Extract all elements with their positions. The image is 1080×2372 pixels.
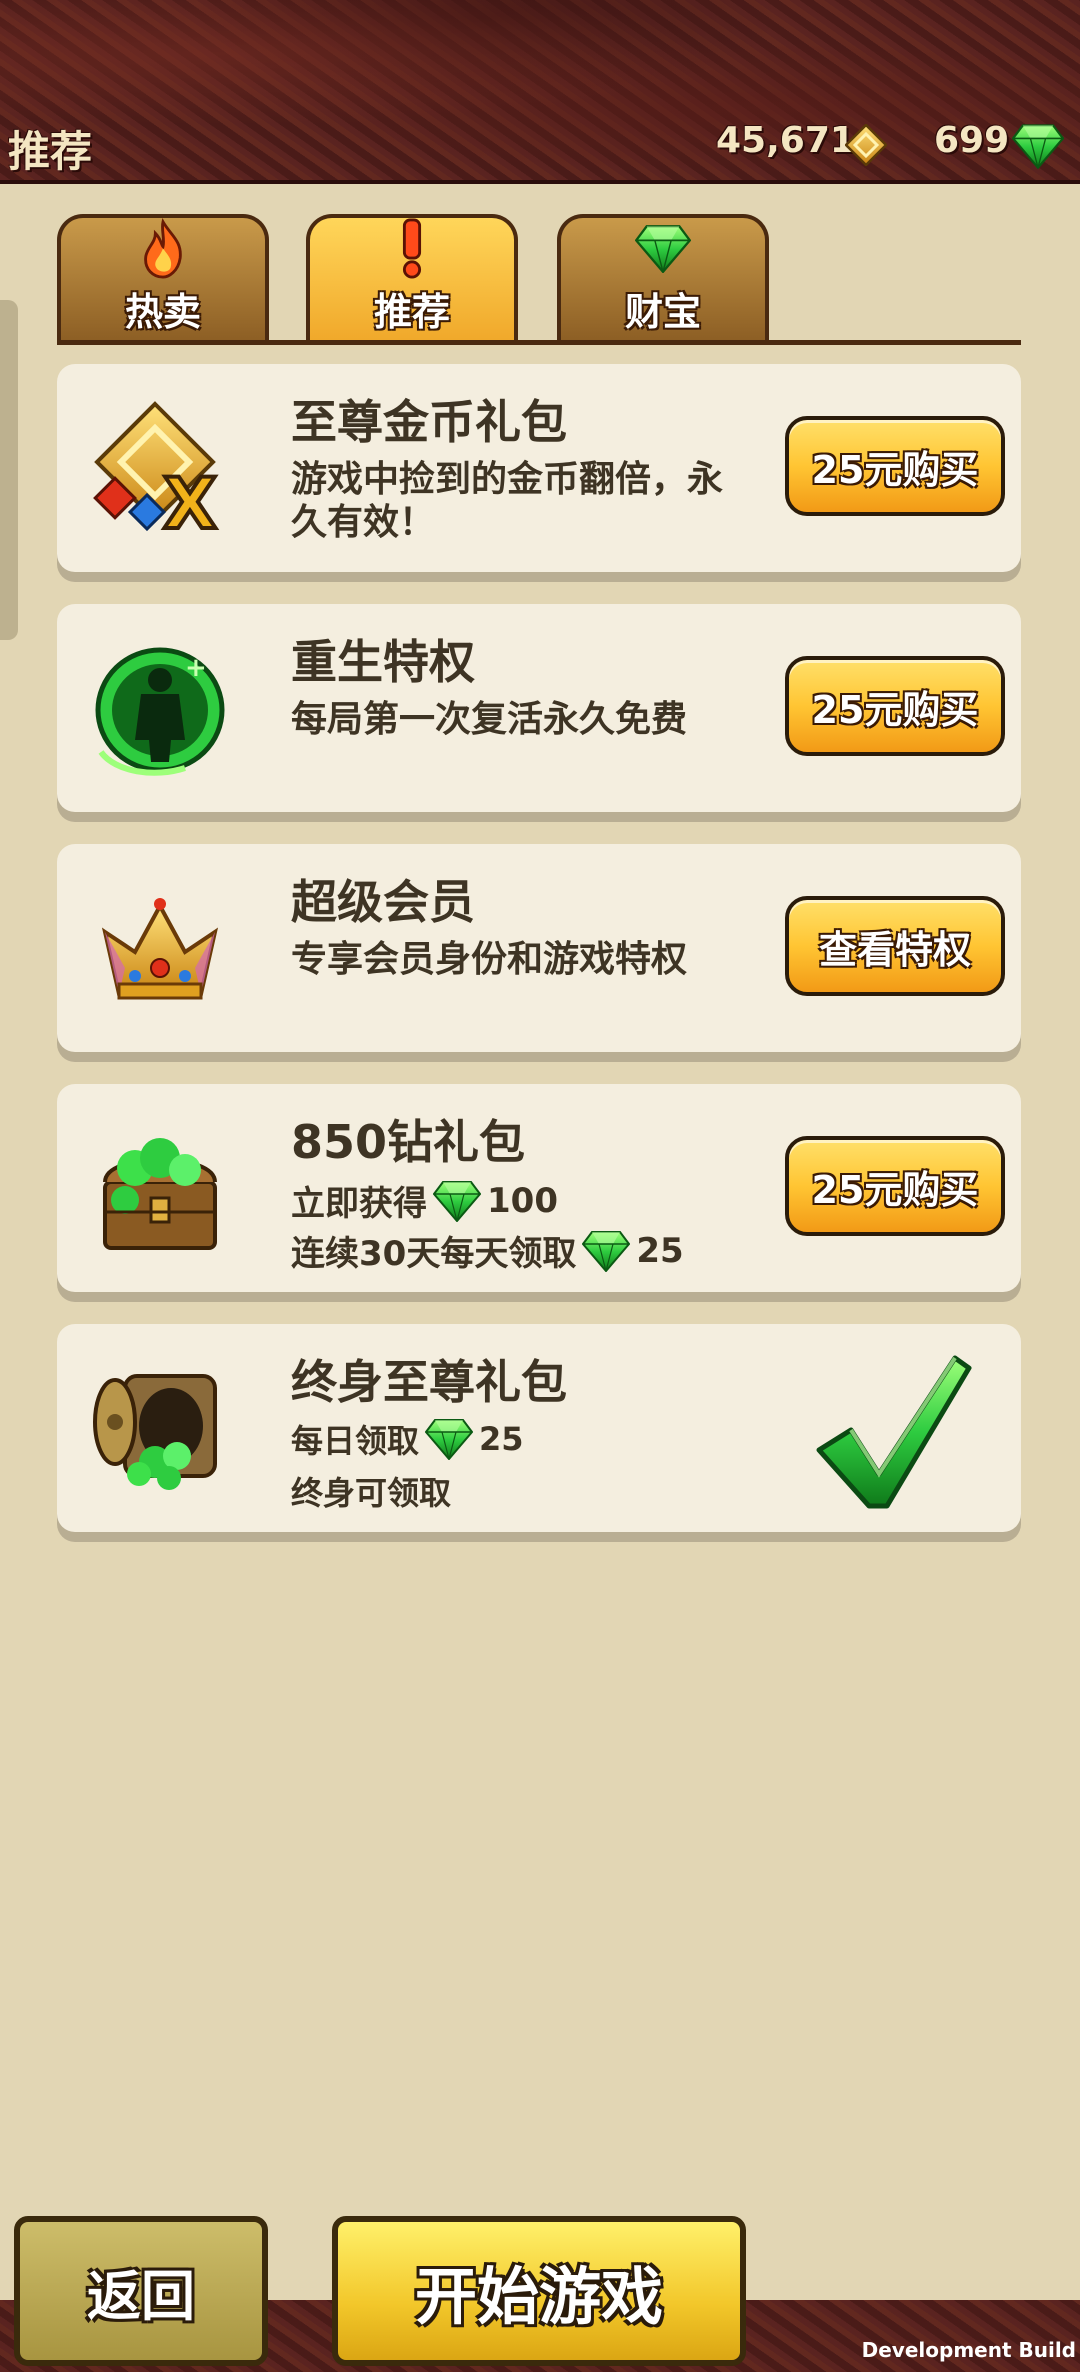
tab-label: 推荐	[373, 290, 450, 334]
top-bar: 推荐 45,671 699	[0, 0, 1080, 184]
svg-text:+: +	[185, 653, 207, 683]
offer-title: 超级会员	[291, 875, 475, 929]
offer-card-lifetime-pack: 终身至尊礼包 每日领取 25 终身可领取	[57, 1324, 1021, 1532]
view-privileges-button[interactable]: 查看特权	[785, 896, 1005, 996]
offer-title: 至尊金币礼包	[291, 395, 567, 449]
coin-multiplier-icon: X	[93, 401, 219, 542]
offer-description: 专享会员身份和游戏特权	[291, 939, 688, 980]
tab-treasure[interactable]: 财宝	[557, 214, 769, 342]
offer-card-gold-pack: X 至尊金币礼包 游戏中捡到的金币翻倍，永久有效！ 25元购买	[57, 364, 1021, 572]
lifetime-claim-label: 终身可领取	[291, 1474, 452, 1512]
gem-icon	[433, 1180, 481, 1222]
page-title: 推荐	[8, 127, 93, 176]
buy-button[interactable]: 25元购买	[785, 1136, 1005, 1236]
tab-divider	[57, 340, 1021, 345]
gem-icon	[425, 1418, 473, 1460]
offer-title: 重生特权	[291, 635, 475, 689]
treasure-chest-icon	[103, 1138, 217, 1250]
start-game-button[interactable]: 开始游戏	[332, 2216, 746, 2366]
gem-icon	[582, 1230, 630, 1272]
buy-button[interactable]: 25元购买	[785, 656, 1005, 756]
tab-hot-sale[interactable]: 热卖	[57, 214, 269, 342]
daily-claim-value: 25	[479, 1420, 524, 1458]
gem-count: 699	[934, 120, 1010, 161]
vault-icon	[93, 1374, 217, 1490]
tab-label: 热卖	[124, 290, 201, 334]
coin-icon	[845, 124, 887, 166]
daily-claim-line: 每日领取 25	[291, 1416, 524, 1462]
offer-card-super-member: 超级会员 专享会员身份和游戏特权 查看特权	[57, 844, 1021, 1052]
check-icon	[816, 1355, 972, 1509]
offer-card-850-gems: 850钻礼包 立即获得 100 连续30天每天领取 25 25元购买	[57, 1084, 1021, 1292]
daily-claim-label: 每日领取	[291, 1422, 420, 1460]
daily-reward-line: 连续30天每天领取 25	[291, 1226, 684, 1275]
exclamation-icon	[402, 218, 422, 279]
dev-build-label: Development Build	[861, 2338, 1076, 2362]
buy-button[interactable]: 25元购买	[785, 416, 1005, 516]
offer-description: 每局第一次复活永久免费	[291, 699, 688, 740]
offer-card-revive: + 重生特权 每局第一次复活永久免费 25元购买	[57, 604, 1021, 812]
svg-text:X: X	[163, 463, 217, 542]
tab-recommend[interactable]: 推荐	[306, 214, 518, 342]
instant-reward-value: 100	[487, 1180, 558, 1221]
back-button[interactable]: 返回	[14, 2216, 268, 2366]
coin-count: 45,671	[716, 120, 855, 161]
daily-reward-label: 连续30天每天领取	[291, 1234, 577, 1274]
daily-reward-value: 25	[636, 1230, 684, 1271]
side-scroll-handle[interactable]	[0, 300, 18, 640]
lifetime-claim-line: 终身可领取	[291, 1468, 451, 1514]
tab-label: 财宝	[624, 290, 701, 334]
offer-description: 游戏中捡到的金币翻倍，永久有效！	[291, 459, 724, 544]
gem-icon	[635, 218, 691, 279]
offer-title: 终身至尊礼包	[291, 1355, 567, 1409]
crown-icon	[101, 898, 219, 1000]
gem-icon	[1012, 122, 1064, 170]
revive-icon: +	[95, 647, 225, 776]
instant-reward-line: 立即获得 100	[291, 1176, 558, 1225]
instant-reward-label: 立即获得	[291, 1184, 427, 1224]
fire-icon	[144, 218, 182, 279]
offer-title: 850钻礼包	[291, 1115, 526, 1169]
